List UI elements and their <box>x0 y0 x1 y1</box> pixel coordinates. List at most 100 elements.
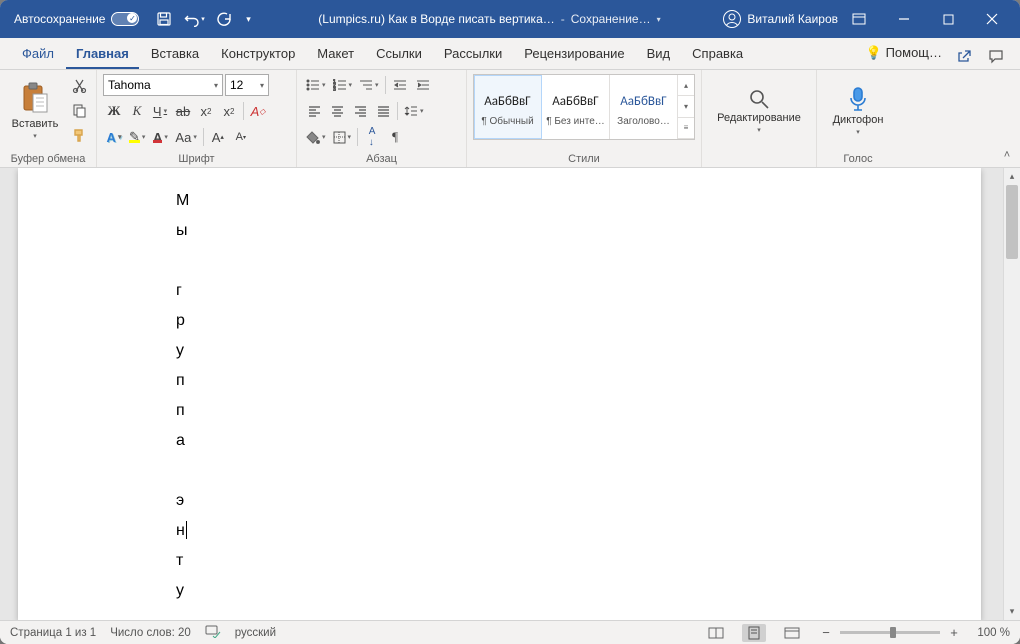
share-button[interactable] <box>950 43 978 69</box>
show-marks-button[interactable]: ¶ <box>384 126 406 148</box>
tab-design[interactable]: Конструктор <box>211 40 305 69</box>
underline-button[interactable]: Ч▾ <box>149 100 171 122</box>
print-layout-button[interactable] <box>742 624 766 642</box>
redo-button[interactable] <box>211 6 237 32</box>
line-spacing-button[interactable]: ▾ <box>401 100 427 122</box>
cut-button[interactable] <box>68 74 90 96</box>
doc-title: (Lumpics.ru) Как в Ворде писать вертика… <box>318 12 554 26</box>
style-heading1[interactable]: АаБбВвГЗаголово… <box>610 75 678 139</box>
qat-more-button[interactable]: ▾ <box>241 6 255 32</box>
clear-formatting-button[interactable]: A◇ <box>247 100 269 122</box>
paste-button[interactable]: Вставить ▾ <box>6 74 64 148</box>
editing-button[interactable]: Редактирование ▾ <box>708 74 810 148</box>
font-color-button[interactable]: A▾ <box>149 126 171 148</box>
tab-help[interactable]: Справка <box>682 40 753 69</box>
zoom-slider[interactable] <box>840 631 940 634</box>
tell-me-button[interactable]: 💡 Помощ… <box>862 39 946 69</box>
save-button[interactable] <box>151 6 177 32</box>
dictate-label: Диктофон <box>833 114 884 126</box>
group-paragraph: ▾ 123▾ ▾ ▾ ▾ ▾ <box>297 70 467 167</box>
justify-button[interactable] <box>372 100 394 122</box>
web-layout-button[interactable] <box>780 624 804 642</box>
minimize-button[interactable] <box>882 0 926 38</box>
switch-icon <box>111 12 139 26</box>
sort-button[interactable]: А↓ <box>361 126 383 148</box>
tab-review[interactable]: Рецензирование <box>514 40 634 69</box>
align-right-button[interactable] <box>349 100 371 122</box>
scroll-thumb[interactable] <box>1006 185 1018 259</box>
zoom-out-button[interactable]: − <box>818 625 834 640</box>
tab-view[interactable]: Вид <box>637 40 681 69</box>
shading-button[interactable]: ▾ <box>303 126 329 148</box>
zoom-knob[interactable] <box>890 627 896 638</box>
zoom-in-button[interactable]: + <box>946 625 962 640</box>
document-area: Мы группа энту ▴ ▾ <box>0 168 1020 620</box>
bullets-button[interactable]: ▾ <box>303 74 329 96</box>
close-button[interactable] <box>970 0 1014 38</box>
word-count[interactable]: Число слов: 20 <box>110 627 191 639</box>
font-size-combo[interactable]: 12▾ <box>225 74 269 96</box>
tab-references[interactable]: Ссылки <box>366 40 432 69</box>
bold-button[interactable]: Ж <box>103 100 125 122</box>
superscript-button[interactable]: x2 <box>218 100 240 122</box>
zoom-value[interactable]: 100 % <box>968 627 1010 639</box>
increase-indent-button[interactable] <box>412 74 434 96</box>
align-left-button[interactable] <box>303 100 325 122</box>
text-effects-button[interactable]: A▾ <box>103 126 125 148</box>
spellcheck-button[interactable] <box>205 624 221 641</box>
scroll-up-icon[interactable]: ▴ <box>1004 168 1020 185</box>
page[interactable]: Мы группа энту <box>18 168 981 620</box>
highlight-button[interactable]: ✎▾ <box>126 126 148 148</box>
ribbon-display-button[interactable] <box>844 4 874 34</box>
italic-button[interactable]: К <box>126 100 148 122</box>
collapse-ribbon-button[interactable]: ˄ <box>994 70 1020 167</box>
app-window: Автосохранение ▾ ▾ (Lumpics.ru) Как в Во… <box>0 0 1020 644</box>
tab-file[interactable]: Файл <box>12 40 64 69</box>
tell-me-label: Помощ… <box>886 45 942 60</box>
autosave-toggle[interactable]: Автосохранение <box>14 12 139 26</box>
maximize-button[interactable] <box>926 0 970 38</box>
format-painter-button[interactable] <box>68 124 90 146</box>
numbering-button[interactable]: 123▾ <box>330 74 356 96</box>
dictate-button[interactable]: Диктофон ▾ <box>823 74 893 148</box>
align-center-button[interactable] <box>326 100 348 122</box>
quick-access-toolbar: ▾ ▾ <box>151 6 255 32</box>
tab-insert[interactable]: Вставка <box>141 40 209 69</box>
saving-status: Сохранение… <box>571 12 651 26</box>
tab-layout[interactable]: Макет <box>307 40 364 69</box>
grow-font-button[interactable]: A▴ <box>207 126 229 148</box>
style-normal[interactable]: АаБбВвГ¶ Обычный <box>474 75 542 139</box>
ribbon-tabs: Файл Главная Вставка Конструктор Макет С… <box>0 38 1020 70</box>
undo-button[interactable]: ▾ <box>181 6 207 32</box>
strikethrough-button[interactable]: ab <box>172 100 194 122</box>
decrease-indent-button[interactable] <box>389 74 411 96</box>
styles-gallery[interactable]: АаБбВвГ¶ Обычный АаБбВвГ¶ Без инте… АаБб… <box>473 74 695 140</box>
vertical-scrollbar[interactable]: ▴ ▾ <box>1003 168 1020 620</box>
scroll-up-icon[interactable]: ▴ <box>678 75 694 96</box>
multilevel-button[interactable]: ▾ <box>356 74 382 96</box>
group-label-voice: Голос <box>823 151 893 165</box>
read-mode-button[interactable] <box>704 624 728 642</box>
comments-button[interactable] <box>982 43 1010 69</box>
tab-mailings[interactable]: Рассылки <box>434 40 512 69</box>
language-status[interactable]: русский <box>235 627 276 639</box>
tab-home[interactable]: Главная <box>66 40 139 69</box>
scroll-down-icon[interactable]: ▾ <box>1004 603 1020 620</box>
shrink-font-button[interactable]: A▾ <box>230 126 252 148</box>
expand-gallery-icon[interactable]: ≡ <box>678 118 694 139</box>
subscript-button[interactable]: x2 <box>195 100 217 122</box>
user-name: Виталий Каиров <box>747 12 838 26</box>
style-preview: АаБбВвГ <box>620 88 667 116</box>
document-text[interactable]: Мы группа энту <box>176 186 981 606</box>
style-name: ¶ Без инте… <box>546 116 605 127</box>
font-name-combo[interactable]: Tahoma▾ <box>103 74 223 96</box>
borders-button[interactable]: ▾ <box>330 126 355 148</box>
group-label-font: Шрифт <box>103 151 290 165</box>
scroll-down-icon[interactable]: ▾ <box>678 96 694 117</box>
scroll-track[interactable] <box>1004 185 1020 603</box>
copy-button[interactable] <box>68 99 90 121</box>
page-count[interactable]: Страница 1 из 1 <box>10 627 96 639</box>
change-case-button[interactable]: Aa▾ <box>172 126 199 148</box>
account-button[interactable]: Виталий Каиров <box>723 10 838 28</box>
style-nospacing[interactable]: АаБбВвГ¶ Без инте… <box>542 75 610 139</box>
